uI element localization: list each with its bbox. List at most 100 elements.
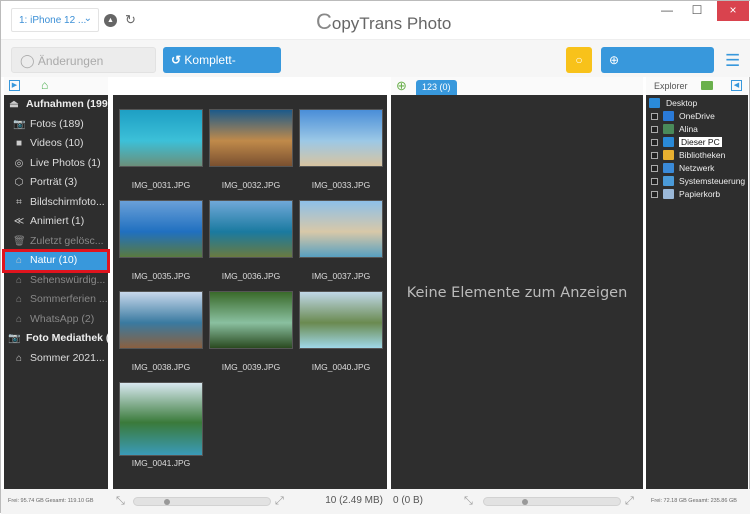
empty-message: Keine Elemente zum Anzeigen xyxy=(406,285,628,301)
save-changes-button[interactable]: ◯ Änderungen speichern xyxy=(11,47,156,94)
sidebar-item[interactable]: ⏏ Aufnahmen (199) xyxy=(4,95,108,115)
photo-image[interactable] xyxy=(209,200,293,258)
sidebar-item[interactable]: 📷 Foto Mediathek (... xyxy=(4,329,108,349)
pc-storage-info: Frei: 72.18 GB Gesamt: 235.86 GB xyxy=(651,498,737,504)
tree-item[interactable]: Systemsteuerung xyxy=(646,175,748,188)
folder-icon[interactable] xyxy=(701,81,713,90)
sidebar-item[interactable]: ⌂ Sommerferien ... xyxy=(4,290,108,310)
tree-item[interactable]: Bibliotheken xyxy=(646,149,748,162)
tree-item[interactable]: Netzwerk xyxy=(646,162,748,175)
photo-thumbnail[interactable]: IMG_0036.JPG xyxy=(206,200,296,281)
photo-thumbnail[interactable]: IMG_0038.JPG xyxy=(116,291,206,372)
photo-image[interactable] xyxy=(299,200,383,258)
photo-image[interactable] xyxy=(299,109,383,167)
photo-image[interactable] xyxy=(119,109,203,167)
photo-image[interactable] xyxy=(119,200,203,258)
sidebar-item[interactable]: ⌂ Sehenswürdig... xyxy=(4,271,108,291)
expand-toggle[interactable] xyxy=(651,126,658,133)
photo-image[interactable] xyxy=(119,291,203,349)
tree-label: Papierkorb xyxy=(679,189,721,199)
menu-icon[interactable]: ☰ xyxy=(725,52,740,69)
shrink-icon[interactable]: ⤡ xyxy=(464,495,473,508)
slider-knob[interactable] xyxy=(522,499,528,505)
minimize-button[interactable]: — xyxy=(653,1,681,21)
tree-item[interactable]: OneDrive xyxy=(646,110,748,123)
maximize-button[interactable]: ☐ xyxy=(683,1,711,21)
expand-toggle[interactable] xyxy=(651,152,658,159)
sidebar-item[interactable]: 📷 Fotos (189) xyxy=(4,115,108,135)
collapse-explorer-icon[interactable]: ◀ xyxy=(731,80,742,91)
sidebar-item[interactable]: ◎ Live Photos (1) xyxy=(4,154,108,174)
photo-image[interactable] xyxy=(299,291,383,349)
collapse-panel-icon[interactable]: ▶ xyxy=(9,80,20,91)
full-backup-button[interactable]: ↺ Komplett-Backup xyxy=(163,47,281,93)
photo-thumbnail[interactable]: IMG_0032.JPG xyxy=(206,109,296,190)
photo-image[interactable] xyxy=(209,291,293,349)
album-icon: ■ xyxy=(15,138,23,149)
photo-thumbnail[interactable]: IMG_0033.JPG xyxy=(296,109,386,190)
album-icon: 🗑 xyxy=(13,235,26,247)
slider-knob[interactable] xyxy=(164,499,170,505)
photo-image[interactable] xyxy=(119,382,203,456)
photo-image[interactable] xyxy=(209,109,293,167)
close-button[interactable]: × xyxy=(717,1,749,21)
sidebar-item[interactable]: ⌗ Bildschirmfoto... xyxy=(4,193,108,213)
photo-filename: IMG_0031.JPG xyxy=(131,180,191,190)
tips-button[interactable]: ○ xyxy=(566,47,592,73)
expand-icon[interactable]: ⤢ xyxy=(625,495,634,508)
expand-toggle[interactable] xyxy=(651,113,658,120)
eject-icon[interactable]: ▲ xyxy=(104,14,117,27)
thumbnail-size-slider[interactable] xyxy=(133,497,271,506)
expand-toggle[interactable] xyxy=(651,139,658,146)
toolbar: ◯ Änderungen speichern ↺ Komplett-Backup… xyxy=(1,39,750,94)
quick-guides-button[interactable]: ⊕ Kurzanleitungen xyxy=(601,47,714,93)
explorer-tree: Desktop OneDrive Alina Dieser PC Bibliothek… xyxy=(646,95,748,489)
sidebar-item-label: Live Photos (1) xyxy=(30,156,101,169)
sidebar-item[interactable]: ⬡ Porträt (3) xyxy=(4,173,108,193)
photo-thumbnail[interactable]: IMG_0037.JPG xyxy=(296,200,386,281)
sidebar-item-label: Sommer 2021... xyxy=(30,351,105,364)
sidebar-item-label: Videos (10) xyxy=(30,137,84,149)
explorer-title: Explorer xyxy=(654,81,688,91)
thumbnail-size-slider[interactable] xyxy=(483,497,621,506)
sidebar-item-label: Porträt (3) xyxy=(30,176,78,188)
sidebar-item[interactable]: ⌂ WhatsApp (2) xyxy=(4,310,108,330)
sidebar-item[interactable]: 🗑 Zuletzt gelösc... xyxy=(4,232,108,252)
sidebar-item[interactable]: ≪ Animiert (1) xyxy=(4,212,108,232)
photo-thumbnail[interactable]: IMG_0040.JPG xyxy=(296,291,386,372)
refresh-icon[interactable]: ↻ xyxy=(125,12,136,28)
photo-filename: IMG_0032.JPG xyxy=(221,180,281,190)
album-icon: ≪ xyxy=(13,216,25,227)
sidebar-item-label: Bildschirmfoto... xyxy=(30,195,105,208)
expand-toggle[interactable] xyxy=(651,165,658,172)
photo-thumbnail[interactable]: IMG_0041.JPG xyxy=(116,382,206,468)
album-content-pane: Keine Elemente zum Anzeigen xyxy=(391,95,643,489)
expand-toggle[interactable] xyxy=(651,191,658,198)
photo-thumbnail[interactable]: IMG_0039.JPG xyxy=(206,291,296,372)
tree-node-icon xyxy=(663,150,674,160)
tree-item[interactable]: Papierkorb xyxy=(646,188,748,201)
album-icon: ⌂ xyxy=(15,313,23,325)
sidebar-item[interactable]: ⌂ Natur (10) xyxy=(2,249,110,273)
album-icon: ⌂ xyxy=(15,255,23,266)
photo-thumbnail[interactable]: IMG_0035.JPG xyxy=(116,200,206,281)
sidebar-item[interactable]: ■ Videos (10) xyxy=(4,134,108,154)
sidebar-item[interactable]: ⌂ Sommer 2021... xyxy=(4,349,108,369)
tree-node-icon xyxy=(663,189,674,199)
new-album-icon[interactable]: ⌂ xyxy=(41,78,48,92)
shrink-icon[interactable]: ⤡ xyxy=(116,495,125,508)
sidebar-item-label: Animiert (1) xyxy=(30,215,85,227)
photo-thumbnail[interactable]: IMG_0031.JPG xyxy=(116,109,206,190)
history-icon: ↺ xyxy=(171,53,182,67)
device-selector[interactable]: 1: iPhone 12 ... ⌄ xyxy=(11,8,99,32)
tree-label: Netzwerk xyxy=(679,163,715,173)
expand-toggle[interactable] xyxy=(651,178,658,185)
tree-item-desktop[interactable]: Desktop xyxy=(646,97,748,110)
album-tab[interactable]: 123 (0) xyxy=(416,80,457,95)
expand-icon[interactable]: ⤢ xyxy=(275,495,284,508)
tree-item[interactable]: Alina xyxy=(646,123,748,136)
add-album-icon[interactable]: ⊕ xyxy=(396,78,407,94)
album-icon: 📷 xyxy=(13,118,26,130)
tree-label: Bibliotheken xyxy=(679,150,726,160)
tree-item[interactable]: Dieser PC xyxy=(646,136,748,149)
